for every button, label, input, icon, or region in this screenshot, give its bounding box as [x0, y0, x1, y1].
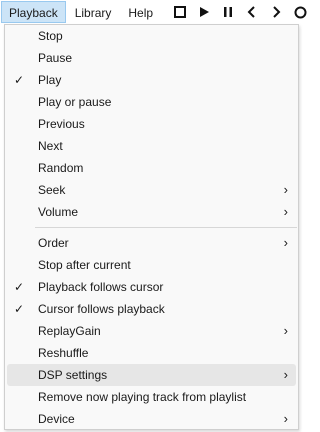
playback-toolbar — [168, 0, 312, 24]
menu-item-replaygain[interactable]: ReplayGain › — [7, 320, 296, 342]
pause-icon — [224, 7, 232, 17]
submenu-arrow-icon: › — [283, 323, 288, 338]
menu-item-next[interactable]: Next — [7, 135, 296, 157]
menu-item-cursor-follows-playback[interactable]: ✓ Cursor follows playback — [7, 298, 296, 320]
menu-item-random[interactable]: Random — [7, 157, 296, 179]
menu-item-remove-now-playing-track-from-playlist[interactable]: Remove now playing track from playlist — [7, 386, 296, 408]
pause-button[interactable] — [216, 0, 240, 24]
menu-item-label: Stop — [38, 29, 63, 43]
menu-item-dsp-settings[interactable]: DSP settings › — [7, 364, 296, 386]
next-button[interactable] — [264, 0, 288, 24]
menu-item-volume[interactable]: Volume › — [7, 201, 296, 223]
menu-item-label: Random — [38, 161, 84, 175]
menu-item-device[interactable]: Device › — [7, 408, 296, 430]
previous-icon — [247, 6, 255, 18]
menu-playback[interactable]: Playback — [1, 1, 66, 23]
menu-item-label: Remove now playing track from playlist — [38, 390, 247, 404]
menu-help[interactable]: Help — [120, 1, 161, 23]
menu-item-playback-follows-cursor[interactable]: ✓ Playback follows cursor — [7, 276, 296, 298]
play-button[interactable] — [192, 0, 216, 24]
menu-item-label: Order — [38, 236, 69, 250]
menu-item-label: Seek — [38, 183, 66, 197]
submenu-arrow-icon: › — [283, 204, 288, 219]
menu-item-order[interactable]: Order › — [7, 232, 296, 254]
menu-item-label: Playback follows cursor — [38, 280, 164, 294]
menu-separator — [35, 227, 297, 228]
play-icon — [200, 7, 209, 17]
menu-item-previous[interactable]: Previous — [7, 113, 296, 135]
random-icon — [294, 6, 306, 18]
menu-item-label: Stop after current — [38, 258, 131, 272]
menu-item-reshuffle[interactable]: Reshuffle — [7, 342, 296, 364]
menu-item-pause[interactable]: Pause — [7, 47, 296, 69]
menu-item-label: DSP settings — [38, 368, 108, 382]
submenu-arrow-icon: › — [283, 182, 288, 197]
menu-item-label: Previous — [38, 117, 85, 131]
checkmark-icon: ✓ — [13, 73, 25, 87]
previous-button[interactable] — [240, 0, 264, 24]
menu-item-seek[interactable]: Seek › — [7, 179, 296, 201]
menu-item-label: Reshuffle — [38, 346, 89, 360]
next-icon — [273, 6, 281, 18]
menu-item-label: Play — [38, 73, 62, 87]
menu-item-label: ReplayGain — [38, 324, 101, 338]
checkmark-icon: ✓ — [13, 302, 25, 316]
submenu-arrow-icon: › — [283, 235, 288, 250]
menu-item-label: Cursor follows playback — [38, 302, 165, 316]
menu-item-label: Play or pause — [38, 95, 112, 109]
playback-menu-dropdown: Stop Pause ✓ Play Play or pause Previous Next R… — [4, 24, 299, 430]
submenu-arrow-icon: › — [283, 411, 288, 426]
stop-button[interactable] — [168, 0, 192, 24]
menu-item-label: Volume — [38, 205, 79, 219]
menu-item-stop[interactable]: Stop — [7, 25, 296, 47]
menu-item-label: Device — [38, 412, 75, 426]
menu-item-play-or-pause[interactable]: Play or pause — [7, 91, 296, 113]
stop-icon — [174, 6, 186, 18]
menu-item-play[interactable]: ✓ Play — [7, 69, 296, 91]
menu-item-label: Next — [38, 139, 63, 153]
submenu-arrow-icon: › — [283, 367, 288, 382]
menu-library[interactable]: Library — [67, 1, 120, 23]
menu-item-label: Pause — [38, 51, 73, 65]
menu-item-stop-after-current[interactable]: Stop after current — [7, 254, 296, 276]
checkmark-icon: ✓ — [13, 280, 25, 294]
random-button[interactable] — [288, 0, 312, 24]
